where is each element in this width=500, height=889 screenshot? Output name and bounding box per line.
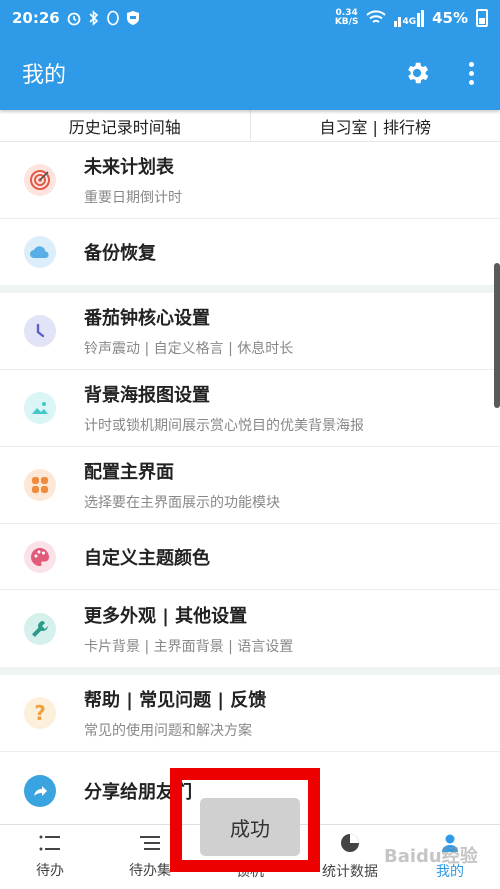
item-subtitle: 常见的使用问题和解决方案 [84, 723, 252, 739]
list-item-more-appearance[interactable]: 更多外观 | 其他设置 卡片背景 | 主界面背景 | 语言设置 [0, 590, 500, 667]
item-title: 背景海报图设置 [84, 385, 210, 406]
list-item-future-plan[interactable]: 未来计划表 重要日期倒计时 [0, 142, 500, 219]
list-icon [39, 835, 60, 851]
net-speed: 0.34 KB/S [334, 8, 359, 27]
item-title: 番茄钟核心设置 [84, 308, 210, 329]
list-item-help-feedback[interactable]: ? 帮助 | 常见问题 | 反馈 常见的使用问题和解决方案 [0, 675, 500, 752]
toast-message: 成功 [200, 798, 300, 856]
battery-icon [476, 9, 488, 27]
item-title: 未来计划表 [84, 157, 174, 178]
wifi-icon [366, 10, 387, 23]
list-item-theme-color[interactable]: 自定义主题颜色 [0, 524, 500, 590]
image-icon [24, 392, 56, 424]
status-left-icons [66, 10, 140, 26]
top-shortcuts: 历史记录时间轴 自习室 | 排行榜 [0, 110, 500, 142]
tab-label: 待办 [36, 863, 64, 879]
tab-todo[interactable]: 待办 [0, 825, 100, 889]
grid-icon [24, 469, 56, 501]
cloud-icon [24, 236, 56, 268]
wrench-icon [24, 612, 56, 645]
gear-icon[interactable] [403, 59, 431, 87]
history-timeline-link[interactable]: 历史记录时间轴 [0, 110, 250, 141]
qq-icon [106, 10, 119, 26]
study-room-ranking-link[interactable]: 自习室 | 排行榜 [249, 110, 500, 141]
clock-icon [24, 315, 56, 347]
bluetooth-icon [89, 10, 98, 26]
pie-icon [341, 834, 359, 852]
list-item-main-layout[interactable]: 配置主界面 选择要在主界面展示的功能模块 [0, 447, 500, 524]
item-title: 配置主界面 [84, 462, 174, 483]
help-icon: ? [24, 697, 56, 729]
signal-icon: 4G [394, 9, 425, 27]
more-vert-icon[interactable] [465, 61, 478, 85]
item-title: 备份恢复 [84, 243, 156, 264]
alarm-icon [67, 12, 81, 26]
list-item-backup-restore[interactable]: 备份恢复 [0, 219, 500, 285]
page-title: 我的 [22, 63, 67, 88]
target-icon [24, 164, 56, 196]
tab-label: 统计数据 [322, 864, 378, 880]
battery-percent: 45% [432, 9, 468, 27]
list-item-poster-settings[interactable]: 背景海报图设置 计时或锁机期间展示赏心悦目的优美背景海报 [0, 370, 500, 447]
settings-list: 历史记录时间轴 自习室 | 排行榜 未来计划表 重要日期倒计时 备份恢复 番茄钟… [0, 110, 500, 824]
scrollbar-thumb[interactable] [494, 263, 500, 408]
share-icon [24, 774, 56, 807]
status-bar: 20:26 0.34 KB/S 4G 45% [0, 0, 500, 36]
item-subtitle: 卡片背景 | 主界面背景 | 语言设置 [84, 638, 294, 655]
item-subtitle: 铃声震动 | 自定义格言 | 休息时长 [84, 341, 294, 357]
section-divider [0, 285, 500, 293]
list-item-pomodoro-settings[interactable]: 番茄钟核心设置 铃声震动 | 自定义格言 | 休息时长 [0, 293, 500, 370]
item-title: 更多外观 | 其他设置 [84, 605, 248, 627]
item-subtitle: 选择要在主界面展示的功能模块 [84, 495, 280, 511]
section-divider [0, 667, 500, 675]
status-time: 20:26 [12, 9, 60, 27]
item-subtitle: 计时或锁机期间展示赏心悦目的优美背景海报 [84, 418, 364, 434]
status-right: 0.34 KB/S 4G 45% [335, 9, 488, 27]
list-icon [140, 836, 160, 850]
item-title: 帮助 | 常见问题 | 反馈 [84, 690, 267, 711]
item-title: 自定义主题颜色 [84, 547, 210, 569]
tab-label: 待办集 [129, 863, 171, 879]
watermark: Baidu经验 [384, 846, 478, 867]
app-bar: 我的 [0, 36, 500, 110]
shield-icon [126, 11, 139, 25]
palette-icon [24, 540, 56, 573]
item-subtitle: 重要日期倒计时 [84, 190, 182, 206]
